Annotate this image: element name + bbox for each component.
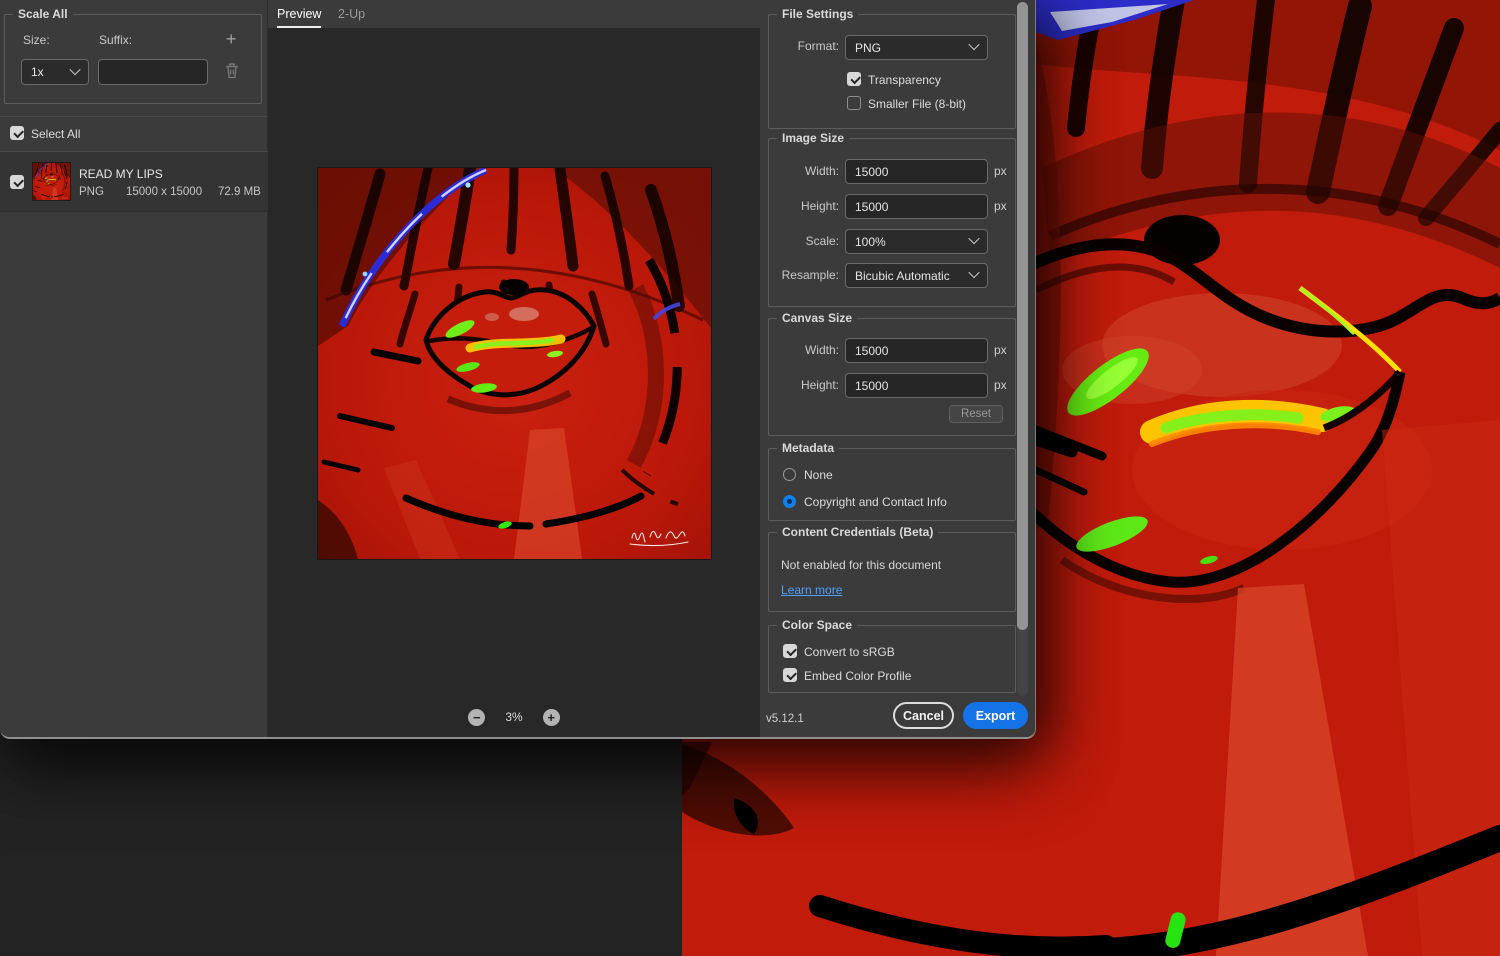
scale-value: 100% bbox=[855, 234, 886, 249]
size-label: Size: bbox=[23, 33, 50, 47]
image-height-label: Height: bbox=[800, 199, 839, 213]
image-height-input[interactable] bbox=[845, 194, 988, 219]
cancel-button[interactable]: Cancel bbox=[893, 702, 954, 729]
file-format: PNG bbox=[79, 186, 104, 198]
divider bbox=[0, 116, 268, 117]
image-size-group: Image Size Width: px Height: px Scale: 1… bbox=[768, 131, 1016, 307]
file-thumbnail bbox=[32, 162, 71, 201]
tab-2up[interactable]: 2-Up bbox=[338, 0, 365, 28]
file-name: READ MY LIPS bbox=[79, 167, 163, 181]
format-label: Format: bbox=[797, 39, 839, 53]
tab-preview[interactable]: Preview bbox=[277, 0, 322, 28]
image-width-unit: px bbox=[994, 164, 1007, 178]
export-button[interactable]: Export bbox=[963, 702, 1028, 729]
zoom-out-button[interactable]: − bbox=[468, 708, 486, 726]
file-checkbox[interactable] bbox=[10, 175, 24, 189]
scale-all-group: Scale All Size: Suffix: + 1x bbox=[4, 7, 262, 104]
chevron-down-icon bbox=[968, 232, 980, 245]
scale-size-select[interactable]: 1x bbox=[21, 59, 89, 85]
zoom-in-button[interactable]: + bbox=[542, 708, 560, 726]
export-scale-panel: Scale All Size: Suffix: + 1x Select All … bbox=[0, 0, 268, 737]
convert-srgb-checkbox[interactable] bbox=[783, 644, 797, 658]
chevron-down-icon bbox=[69, 63, 81, 75]
embed-profile-label: Embed Color Profile bbox=[804, 669, 912, 683]
format-select[interactable]: PNG bbox=[845, 35, 988, 60]
embed-profile-checkbox[interactable] bbox=[783, 668, 797, 682]
canvas-width-label: Width: bbox=[804, 343, 839, 357]
resample-label: Resample: bbox=[781, 268, 839, 282]
canvas-size-group: Canvas Size Width: px Height: px Reset bbox=[768, 311, 1016, 436]
image-size-title: Image Size bbox=[777, 131, 850, 145]
metadata-copyright-label: Copyright and Contact Info bbox=[804, 495, 947, 509]
select-all-label: Select All bbox=[31, 127, 81, 141]
image-height-unit: px bbox=[994, 199, 1007, 213]
metadata-none-radio[interactable] bbox=[783, 468, 796, 481]
metadata-copyright-radio[interactable] bbox=[783, 495, 796, 508]
scale-label: Scale: bbox=[805, 234, 839, 248]
scale-all-title: Scale All bbox=[13, 7, 73, 21]
content-credentials-group: Content Credentials (Beta) Not enabled f… bbox=[768, 525, 1016, 612]
format-value: PNG bbox=[855, 40, 882, 55]
smaller-file-checkbox[interactable] bbox=[847, 96, 861, 110]
file-settings-title: File Settings bbox=[777, 7, 859, 21]
scale-size-value: 1x bbox=[31, 65, 44, 79]
scrollbar-thumb[interactable] bbox=[1017, 2, 1028, 630]
resample-select[interactable]: Bicubic Automatic bbox=[845, 263, 988, 288]
content-credentials-status: Not enabled for this document bbox=[781, 558, 942, 572]
preview-image bbox=[317, 167, 712, 560]
version-label: v5.12.1 bbox=[766, 713, 804, 725]
transparency-checkbox[interactable] bbox=[847, 72, 861, 86]
zoom-controls: − 3% + bbox=[268, 702, 760, 732]
chevron-down-icon bbox=[968, 266, 980, 279]
export-as-dialog: Scale All Size: Suffix: + 1x Select All … bbox=[0, 0, 1036, 739]
scale-select[interactable]: 100% bbox=[845, 229, 988, 254]
export-file-row[interactable]: READ MY LIPS PNG 15000 x 15000 72.9 MB bbox=[0, 152, 268, 212]
canvas-size-title: Canvas Size bbox=[777, 311, 858, 325]
resample-value: Bicubic Automatic bbox=[855, 268, 950, 283]
metadata-title: Metadata bbox=[777, 441, 840, 455]
canvas-width-input[interactable] bbox=[845, 338, 988, 363]
file-settings-group: File Settings Format: PNG Transparency S… bbox=[768, 7, 1016, 129]
suffix-label: Suffix: bbox=[99, 33, 133, 47]
select-all-checkbox[interactable] bbox=[10, 126, 24, 140]
plus-icon[interactable]: + bbox=[226, 30, 237, 48]
canvas-height-label: Height: bbox=[800, 378, 839, 392]
reset-button[interactable]: Reset bbox=[948, 405, 1003, 423]
chevron-down-icon bbox=[968, 38, 980, 51]
file-dimensions: 15000 x 15000 bbox=[126, 186, 203, 198]
smaller-file-label: Smaller File (8-bit) bbox=[868, 97, 967, 111]
image-width-input[interactable] bbox=[845, 159, 988, 184]
canvas-width-unit: px bbox=[994, 343, 1007, 357]
canvas-height-input[interactable] bbox=[845, 373, 988, 398]
file-size: 72.9 MB bbox=[218, 186, 261, 198]
learn-more-link[interactable]: Learn more bbox=[781, 583, 842, 597]
transparency-label: Transparency bbox=[868, 73, 941, 87]
suffix-input[interactable] bbox=[98, 59, 208, 85]
metadata-none-label: None bbox=[804, 468, 833, 482]
zoom-level[interactable]: 3% bbox=[505, 710, 522, 724]
metadata-group: Metadata None Copyright and Contact Info bbox=[768, 441, 1016, 521]
color-space-title: Color Space bbox=[777, 618, 858, 632]
convert-srgb-label: Convert to sRGB bbox=[804, 645, 895, 659]
trash-icon[interactable] bbox=[225, 62, 239, 79]
image-width-label: Width: bbox=[804, 164, 839, 178]
content-credentials-title: Content Credentials (Beta) bbox=[777, 525, 939, 539]
canvas-height-unit: px bbox=[994, 378, 1007, 392]
color-space-group: Color Space Convert to sRGB Embed Color … bbox=[768, 618, 1016, 693]
preview-tab-bar: Preview 2-Up bbox=[268, 0, 760, 28]
